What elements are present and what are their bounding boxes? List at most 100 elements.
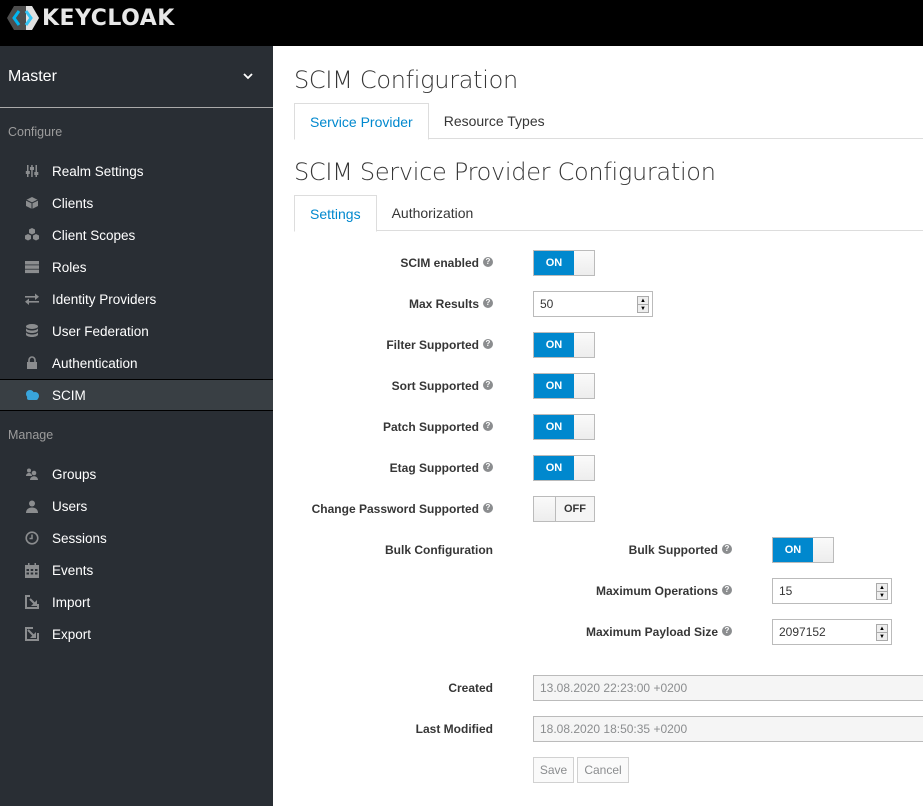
help-icon[interactable]: ? — [483, 380, 493, 390]
sidebar-item-authentication[interactable]: Authentication — [0, 347, 273, 379]
patch-supported-switch[interactable]: ON — [533, 414, 595, 440]
page-title: SCIM Configuration — [294, 66, 518, 94]
switch-knob — [574, 333, 594, 357]
tab-service-provider[interactable]: Service Provider — [294, 103, 429, 140]
calendar-icon — [24, 562, 40, 578]
switch-knob — [574, 415, 594, 439]
sidebar-item-label: Events — [52, 562, 94, 578]
save-button[interactable]: Save — [533, 757, 574, 783]
max-results-value: 50 — [540, 297, 554, 311]
sidebar: Master Configure Realm Settings Clients … — [0, 46, 273, 806]
sidebar-item-label: Users — [52, 498, 88, 514]
sort-supported-switch[interactable]: ON — [533, 373, 595, 399]
keycloak-logo-icon — [6, 5, 40, 31]
switch-state: ON — [534, 456, 574, 480]
change-password-supported-switch[interactable]: OFF — [533, 496, 595, 522]
spin-up-icon[interactable]: ▲ — [638, 297, 648, 305]
user-icon — [24, 498, 40, 514]
exchange-icon — [24, 291, 40, 307]
database-icon — [24, 323, 40, 339]
last-modified-label-row: Last Modified — [416, 722, 493, 736]
sidebar-item-clients[interactable]: Clients — [0, 187, 273, 219]
last-modified-field: 18.08.2020 18:50:35 +0200 — [533, 716, 923, 742]
last-modified-value: 18.08.2020 18:50:35 +0200 — [540, 722, 688, 736]
export-icon — [24, 626, 40, 642]
number-spinner[interactable]: ▲ ▼ — [876, 583, 888, 600]
help-icon[interactable]: ? — [483, 503, 493, 513]
tab-resource-types[interactable]: Resource Types — [429, 103, 560, 139]
realm-name: Master — [8, 67, 57, 85]
manage-nav: Groups Users Sessions Events Import Expo… — [0, 458, 273, 650]
max-results-input[interactable]: 50 ▲ ▼ — [533, 291, 653, 317]
section-heading-manage: Manage — [8, 428, 54, 442]
brand-name: KEYCLOAK — [42, 5, 175, 31]
import-icon — [24, 594, 40, 610]
filter-supported-switch[interactable]: ON — [533, 332, 595, 358]
help-icon[interactable]: ? — [722, 626, 732, 636]
switch-state: ON — [773, 538, 813, 562]
max-payload-size-input[interactable]: 2097152 ▲ ▼ — [772, 619, 892, 645]
number-spinner[interactable]: ▲ ▼ — [637, 296, 649, 313]
max-payload-size-label-row: Maximum Payload Size ? — [586, 625, 732, 639]
help-icon[interactable]: ? — [722, 585, 732, 595]
help-icon[interactable]: ? — [483, 257, 493, 267]
switch-state: ON — [534, 374, 574, 398]
spin-down-icon[interactable]: ▼ — [877, 592, 887, 599]
filter-supported-label: Filter Supported — [386, 338, 479, 352]
realm-selector[interactable]: Master — [0, 46, 273, 108]
scim-enabled-switch[interactable]: ON — [533, 250, 595, 276]
created-value: 13.08.2020 22:23:00 +0200 — [540, 681, 688, 695]
spin-down-icon[interactable]: ▼ — [877, 633, 887, 640]
users-icon — [24, 466, 40, 482]
sidebar-item-export[interactable]: Export — [0, 618, 273, 650]
sidebar-item-realm-settings[interactable]: Realm Settings — [0, 155, 273, 187]
sidebar-item-user-federation[interactable]: User Federation — [0, 315, 273, 347]
help-icon[interactable]: ? — [483, 339, 493, 349]
created-label-row: Created — [448, 681, 493, 695]
sidebar-item-label: User Federation — [52, 323, 149, 339]
sidebar-item-label: Roles — [52, 259, 87, 275]
sidebar-item-scim[interactable]: SCIM — [0, 379, 273, 411]
spin-up-icon[interactable]: ▲ — [877, 625, 887, 633]
filter-supported-label-row: Filter Supported ? — [386, 338, 493, 352]
sidebar-item-sessions[interactable]: Sessions — [0, 522, 273, 554]
etag-supported-label: Etag Supported — [389, 461, 479, 475]
config-tabs: Service Provider Resource Types — [294, 103, 923, 140]
etag-supported-switch[interactable]: ON — [533, 455, 595, 481]
number-spinner[interactable]: ▲ ▼ — [876, 624, 888, 641]
spin-up-icon[interactable]: ▲ — [877, 584, 887, 592]
sort-supported-label: Sort Supported — [391, 379, 479, 393]
sidebar-item-client-scopes[interactable]: Client Scopes — [0, 219, 273, 251]
sidebar-item-roles[interactable]: Roles — [0, 251, 273, 283]
sidebar-item-label: Client Scopes — [52, 227, 136, 243]
sidebar-item-label: SCIM — [52, 387, 86, 403]
switch-state: ON — [534, 333, 574, 357]
tab-settings[interactable]: Settings — [294, 195, 377, 232]
sidebar-item-label: Identity Providers — [52, 291, 157, 307]
etag-supported-label-row: Etag Supported ? — [390, 461, 493, 475]
sidebar-item-identity-providers[interactable]: Identity Providers — [0, 283, 273, 315]
settings-tabs: Settings Authorization — [294, 195, 923, 232]
cancel-button[interactable]: Cancel — [577, 757, 629, 783]
max-operations-label: Maximum Operations — [595, 584, 718, 598]
max-payload-size-label: Maximum Payload Size — [585, 625, 718, 639]
help-icon[interactable]: ? — [722, 544, 732, 554]
bulk-supported-switch[interactable]: ON — [772, 537, 834, 563]
change-password-supported-label: Change Password Supported — [311, 502, 479, 516]
sidebar-item-events[interactable]: Events — [0, 554, 273, 586]
sidebar-item-groups[interactable]: Groups — [0, 458, 273, 490]
sidebar-item-import[interactable]: Import — [0, 586, 273, 618]
chevron-down-icon — [243, 68, 253, 80]
created-field: 13.08.2020 22:23:00 +0200 — [533, 675, 923, 701]
cloud-icon — [24, 387, 40, 403]
max-results-label-row: Max Results ? — [409, 297, 493, 311]
help-icon[interactable]: ? — [483, 298, 493, 308]
sidebar-item-users[interactable]: Users — [0, 490, 273, 522]
spin-down-icon[interactable]: ▼ — [638, 305, 648, 312]
scim-enabled-label-row: SCIM enabled ? — [400, 256, 493, 270]
help-icon[interactable]: ? — [483, 421, 493, 431]
keycloak-logo[interactable]: KEYCLOAK — [6, 5, 175, 31]
max-operations-input[interactable]: 15 ▲ ▼ — [772, 578, 892, 604]
help-icon[interactable]: ? — [483, 462, 493, 472]
tab-authorization[interactable]: Authorization — [377, 195, 489, 231]
